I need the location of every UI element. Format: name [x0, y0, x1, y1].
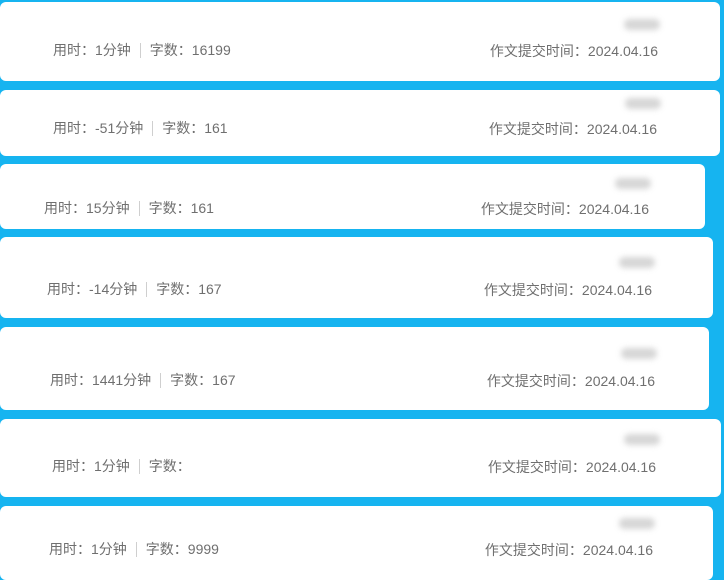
submit-date: 作文提交时间：2024.04.16: [488, 457, 656, 477]
submit-date-label: 作文提交时间：: [483, 282, 582, 298]
submit-date: 作文提交时间：2024.04.16: [485, 540, 653, 560]
essay-record-card[interactable]: 用时： 1分钟 字数： 作文提交时间：2024.04.16: [0, 419, 721, 497]
record-meta: 用时： -14分钟 字数： 167: [47, 279, 222, 299]
divider: [139, 42, 141, 58]
word-count-value: 9999: [187, 541, 219, 557]
divider: [160, 372, 162, 388]
submit-date-label: 作文提交时间：: [489, 43, 588, 59]
submit-date-label: 作文提交时间：: [487, 459, 586, 475]
word-count-value: 161: [190, 200, 214, 216]
time-label: 用时：: [53, 120, 95, 136]
time-value: 15分钟: [86, 200, 130, 216]
divider: [138, 458, 140, 474]
record-meta: 用时： -51分钟 字数： 161: [53, 118, 228, 138]
time-value: 1分钟: [95, 42, 131, 58]
time-value: -14分钟: [89, 281, 138, 297]
word-count-label: 字数：: [145, 541, 188, 557]
essay-record-card[interactable]: 用时： 1分钟 字数： 16199 作文提交时间：2024.04.16: [0, 2, 720, 81]
submit-date-value: 2024.04.16: [582, 542, 653, 558]
record-meta: 用时： 15分钟 字数： 161: [44, 198, 214, 218]
time-label: 用时：: [52, 458, 94, 474]
time-value: 1分钟: [91, 541, 127, 557]
time-label: 用时：: [47, 281, 89, 297]
time-label: 用时：: [49, 541, 91, 557]
submit-date-value: 2024.04.16: [584, 373, 655, 389]
time-value: 1分钟: [94, 458, 130, 474]
blurred-score: [619, 257, 655, 268]
time-label: 用时：: [50, 372, 92, 388]
word-count-label: 字数：: [156, 281, 199, 297]
divider: [146, 281, 148, 297]
blurred-score: [615, 178, 651, 189]
submit-date-value: 2024.04.16: [578, 201, 649, 217]
submit-date: 作文提交时间：2024.04.16: [489, 119, 657, 139]
record-meta: 用时： 1441分钟 字数： 167: [50, 370, 236, 390]
word-count-label: 字数：: [148, 458, 191, 474]
blurred-score: [624, 434, 660, 445]
submit-date-value: 2024.04.16: [585, 459, 656, 475]
time-value: -51分钟: [95, 120, 144, 136]
essay-record-card[interactable]: 用时： 15分钟 字数： 161 作文提交时间：2024.04.16: [0, 164, 705, 229]
divider: [138, 200, 140, 216]
essay-record-card[interactable]: 用时： 1441分钟 字数： 167 作文提交时间：2024.04.16: [0, 327, 709, 410]
blurred-score: [625, 98, 661, 109]
divider: [152, 120, 154, 136]
word-count-label: 字数：: [149, 42, 192, 58]
time-label: 用时：: [53, 42, 95, 58]
word-count-value: 167: [198, 281, 222, 297]
submit-date-value: 2024.04.16: [587, 43, 658, 59]
time-label: 用时：: [44, 200, 86, 216]
blurred-score: [619, 518, 655, 529]
record-meta: 用时： 1分钟 字数： 16199: [53, 40, 231, 60]
essay-record-card[interactable]: 用时： -14分钟 字数： 167 作文提交时间：2024.04.16: [0, 237, 713, 318]
record-meta: 用时： 1分钟 字数： 9999: [49, 539, 219, 559]
word-count-label: 字数：: [170, 372, 213, 388]
essay-record-card[interactable]: 用时： 1分钟 字数： 9999 作文提交时间：2024.04.16: [0, 506, 713, 580]
word-count-value: 16199: [191, 42, 231, 58]
word-count-value: 167: [212, 372, 236, 388]
submit-date: 作文提交时间：2024.04.16: [487, 371, 655, 391]
submit-date-value: 2024.04.16: [586, 121, 657, 137]
submit-date-label: 作文提交时间：: [484, 542, 583, 558]
submit-date-value: 2024.04.16: [581, 282, 652, 298]
submit-date-label: 作文提交时间：: [480, 201, 579, 217]
submit-date: 作文提交时间：2024.04.16: [481, 199, 649, 219]
blurred-score: [624, 19, 660, 30]
blurred-score: [621, 348, 657, 359]
time-value: 1441分钟: [92, 372, 152, 388]
submit-date-label: 作文提交时间：: [486, 373, 585, 389]
divider: [135, 541, 137, 557]
submit-date: 作文提交时间：2024.04.16: [490, 41, 658, 61]
word-count-label: 字数：: [162, 120, 205, 136]
submit-date: 作文提交时间：2024.04.16: [484, 280, 652, 300]
word-count-label: 字数：: [148, 200, 191, 216]
essay-record-card[interactable]: 用时： -51分钟 字数： 161 作文提交时间：2024.04.16: [0, 90, 720, 156]
record-meta: 用时： 1分钟 字数：: [52, 456, 191, 476]
submit-date-label: 作文提交时间：: [488, 121, 587, 137]
word-count-value: 161: [204, 120, 228, 136]
